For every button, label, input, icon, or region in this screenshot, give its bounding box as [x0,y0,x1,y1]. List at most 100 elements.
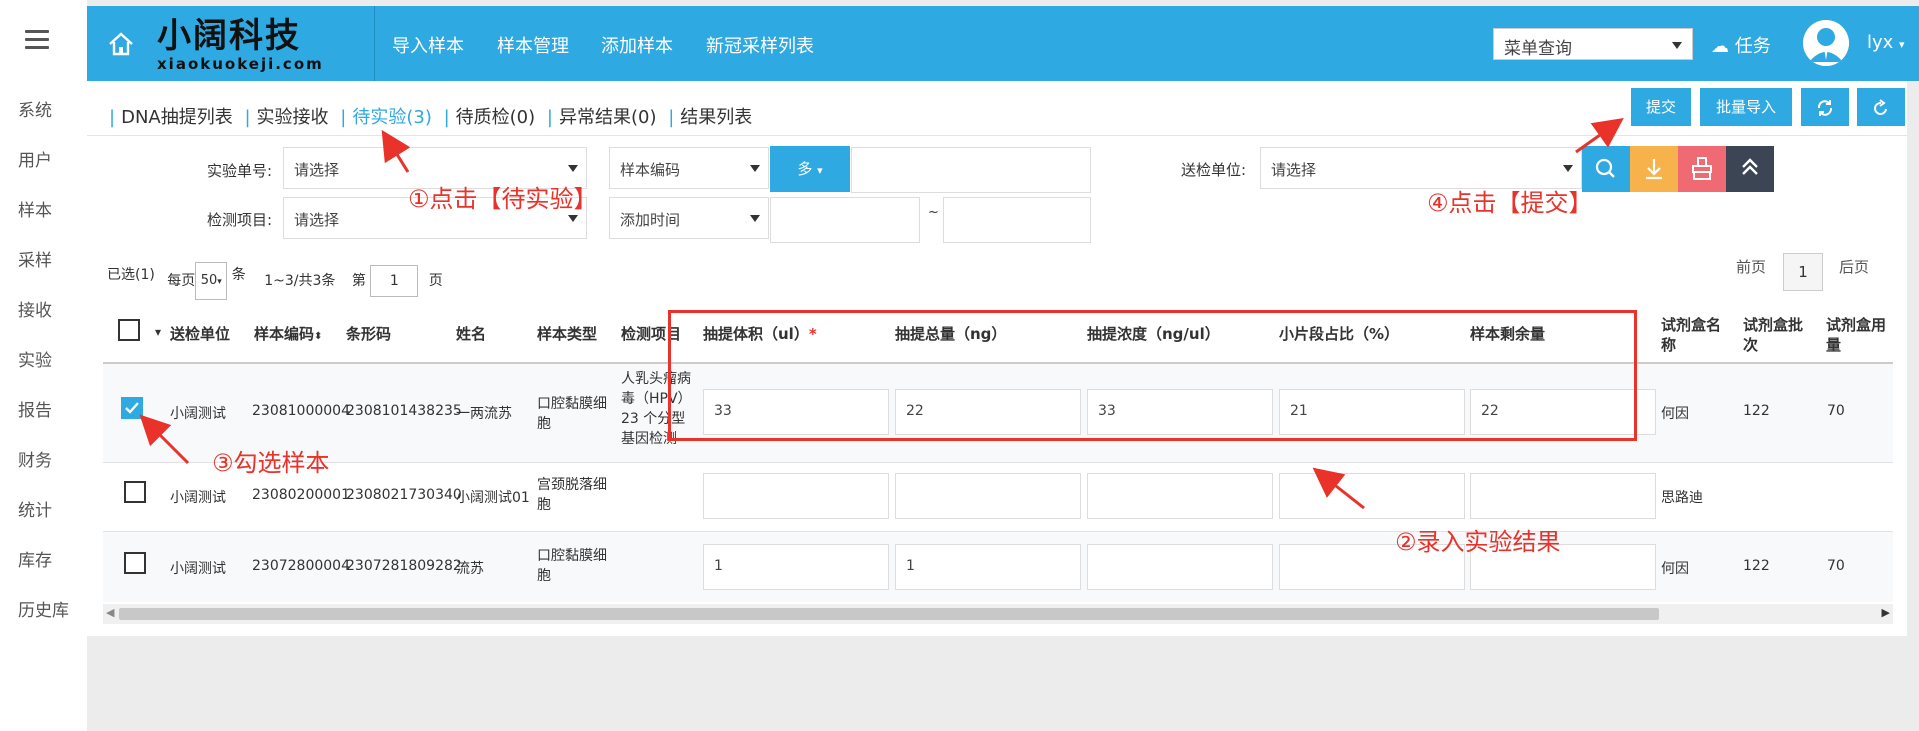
task-label: 任务 [1734,36,1771,57]
download-button[interactable] [1630,146,1678,192]
end-date-input[interactable] [943,197,1091,243]
scroll-right-icon[interactable]: ▶ [1882,606,1890,619]
concentration-input[interactable] [1087,473,1273,519]
user-menu[interactable]: lyx ▾ [1867,32,1905,53]
remaining-input[interactable] [1470,473,1656,519]
row-checkbox[interactable] [124,481,146,503]
col-kit-batch: 试剂盒批次 [1743,316,1804,354]
col-code[interactable]: 样本编码⬍ [254,323,322,344]
pager-info: 已选(1) 每页 50▾ 条 1~3/共3条 第 1 页 [107,262,443,300]
download-icon [1646,159,1662,180]
unit-value: 请选择 [1271,161,1317,179]
start-date-input[interactable] [770,197,920,243]
sidebar-item-receive[interactable]: 接收 [0,296,87,321]
add-time-select[interactable]: 添加时间 [609,197,769,239]
volume-input[interactable] [703,473,889,519]
cell-kit-usage: 70 [1827,558,1845,574]
row-checkbox[interactable] [121,397,143,419]
nav-add-sample[interactable]: 添加样本 [601,32,673,58]
logo-text-cn: 小阔科技 [157,16,301,56]
submit-button[interactable]: 提交 [1631,88,1691,126]
task-link[interactable]: ☁ 任务 [1711,32,1771,58]
cell-code: 23081000004 [252,403,350,419]
menu-query-value: 菜单查询 [1504,39,1572,59]
caret-down-icon: ▾ [1899,38,1905,51]
tab-results[interactable]: 结果列表 [680,107,752,128]
scroll-left-icon[interactable]: ◀ [106,606,114,619]
scroll-thumb[interactable] [119,608,1659,620]
cell-unit: 小阔测试 [170,406,226,422]
avatar[interactable] [1803,20,1849,66]
sidebar-item-system[interactable]: 系统 [0,96,87,121]
tab-exp-receive[interactable]: 实验接收 [257,107,329,128]
item-value: 请选择 [294,211,340,229]
range-info: 1~3/共3条 [264,273,336,289]
tab-abnormal[interactable]: 异常结果(0) [559,107,657,128]
sidebar-item-stats[interactable]: 统计 [0,496,87,521]
date-tilde: ~ [928,205,939,220]
sidebar-item-finance[interactable]: 财务 [0,446,87,471]
nav-covid-list[interactable]: 新冠采样列表 [706,32,814,58]
small-fragment-input[interactable] [1279,473,1465,519]
sample-code-input[interactable] [851,147,1091,193]
prev-page-button[interactable]: 前页 [1736,256,1766,277]
next-page-button[interactable]: 后页 [1839,256,1869,277]
chevron-down-icon [568,215,578,222]
cell-barcode: 2307281809282 [346,558,462,574]
sample-code-select[interactable]: 样本编码 [609,147,769,189]
total-input[interactable]: 1 [895,544,1081,590]
sort-icon[interactable]: ▾ [155,325,161,339]
sidebar-item-user[interactable]: 用户 [0,146,87,171]
cell-kit-name: 何因 [1661,561,1689,577]
cell-name: 小阔测试01 [456,490,530,506]
collapse-button[interactable] [1726,146,1774,192]
batch-import-button[interactable]: 批量导入 [1700,88,1792,126]
left-sidebar: 系统 用户 样本 采样 接收 实验 报告 财务 统计 库存 历史库 [0,0,87,731]
col-kit-name: 试剂盒名称 [1661,316,1722,354]
clear-button[interactable] [1678,146,1726,192]
sidebar-item-sample[interactable]: 样本 [0,196,87,221]
total-input[interactable] [895,473,1081,519]
concentration-input[interactable] [1087,544,1273,590]
sidebar-item-stock[interactable]: 库存 [0,546,87,571]
row-divider [103,462,1893,463]
sidebar-item-experiment[interactable]: 实验 [0,346,87,371]
redo-icon [1874,98,1887,115]
redo-button[interactable] [1857,88,1905,126]
exp-no-label: 实验单号: [207,162,273,180]
sidebar-item-report[interactable]: 报告 [0,396,87,421]
nav-import-sample[interactable]: 导入样本 [392,32,464,58]
cell-name: 一两流苏 [456,406,512,422]
page-number-input[interactable]: 1 [370,265,419,297]
menu-query-select[interactable]: 菜单查询 [1493,28,1693,60]
select-all-checkbox[interactable] [118,319,140,341]
annotation-step2: ②录入实验结果 [1395,528,1561,556]
multi-dropdown-button[interactable]: 多 ▾ [770,146,850,192]
sidebar-item-history[interactable]: 历史库 [0,596,87,621]
cell-unit: 小阔测试 [170,490,226,506]
row-checkbox[interactable] [124,552,146,574]
per-page-select[interactable]: 50▾ [195,262,228,300]
current-page-button[interactable]: 1 [1783,253,1823,291]
home-icon[interactable] [107,30,135,58]
tab-pending-exp[interactable]: 待实验(3) [352,107,432,128]
refresh-icon [1817,99,1833,116]
cell-kit-name: 思路迪 [1661,490,1703,506]
logo: 小阔科技 xiaokuokeji.com [157,16,357,72]
tab-dna-extract[interactable]: DNA抽提列表 [121,107,233,128]
sidebar-item-collect[interactable]: 采样 [0,246,87,271]
col-code-label: 样本编码 [254,325,315,343]
refresh-button[interactable] [1801,88,1849,126]
cell-type: 口腔黏膜细胞 [537,548,607,584]
volume-input[interactable]: 1 [703,544,889,590]
nav-sample-manage[interactable]: 样本管理 [497,32,569,58]
annotation-highlight-box [668,310,1637,441]
logo-text-en: xiaokuokeji.com [157,55,324,73]
horizontal-scrollbar[interactable]: ◀ ▶ [103,604,1893,624]
chevron-down-icon [568,165,578,172]
chevron-down-icon [750,165,760,172]
col-unit[interactable]: 送检单位 [170,323,230,344]
tab-pending-qc[interactable]: 待质检(0) [456,107,536,128]
menu-icon[interactable] [25,30,49,50]
sample-code-value: 样本编码 [620,161,681,179]
